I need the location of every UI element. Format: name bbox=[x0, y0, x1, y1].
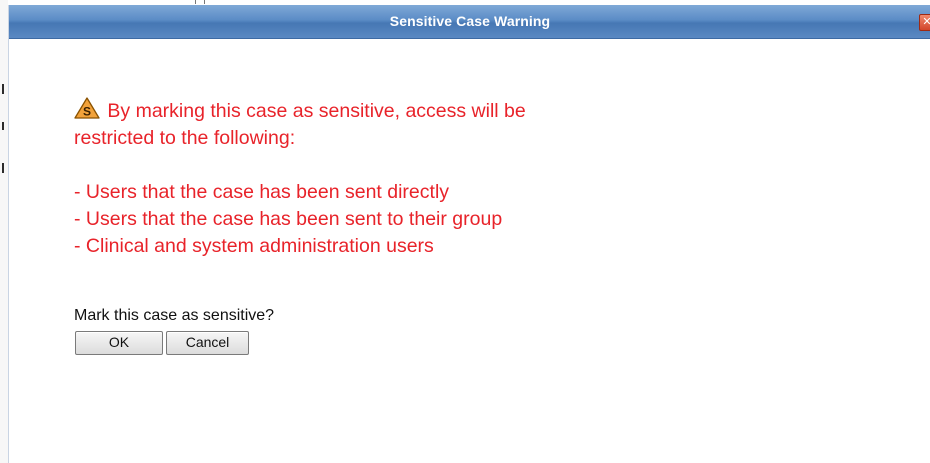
ok-button[interactable]: OK bbox=[75, 331, 163, 355]
warning-line-1: S By marking this case as sensitive, acc… bbox=[74, 97, 874, 125]
dialog-buttons: OK Cancel bbox=[75, 331, 249, 355]
close-button[interactable]: ✕ bbox=[919, 14, 930, 31]
dialog-title: Sensitive Case Warning bbox=[389, 13, 551, 29]
screen: Sensitive Case Warning ✕ S By marking th… bbox=[0, 0, 930, 463]
edge-mark bbox=[2, 122, 4, 130]
warning-message: S By marking this case as sensitive, acc… bbox=[74, 97, 874, 260]
background-window-edge bbox=[0, 0, 8, 463]
restriction-item: - Clinical and system administration use… bbox=[74, 235, 434, 257]
warning-triangle-icon: S bbox=[74, 97, 100, 119]
restriction-item: - Users that the case has been sent dire… bbox=[74, 181, 450, 203]
cancel-button[interactable]: Cancel bbox=[166, 331, 249, 355]
warning-icon-letter: S bbox=[83, 105, 91, 119]
warning-text-block: S By marking this case as sensitive, acc… bbox=[74, 97, 874, 260]
checkbox-fragment-icon bbox=[195, 0, 205, 4]
confirmation-prompt: Mark this case as sensitive? bbox=[74, 307, 275, 324]
dialog-titlebar[interactable]: Sensitive Case Warning ✕ bbox=[9, 5, 930, 39]
edge-mark bbox=[2, 163, 4, 173]
background-window-fragment bbox=[195, 0, 217, 4]
close-icon: ✕ bbox=[922, 16, 930, 28]
warning-text-line-2: restricted to the following: bbox=[74, 127, 296, 149]
restriction-item: - Users that the case has been sent to t… bbox=[74, 208, 503, 230]
edge-mark bbox=[2, 84, 4, 94]
warning-text-line-1: By marking this case as sensitive, acces… bbox=[107, 100, 526, 122]
